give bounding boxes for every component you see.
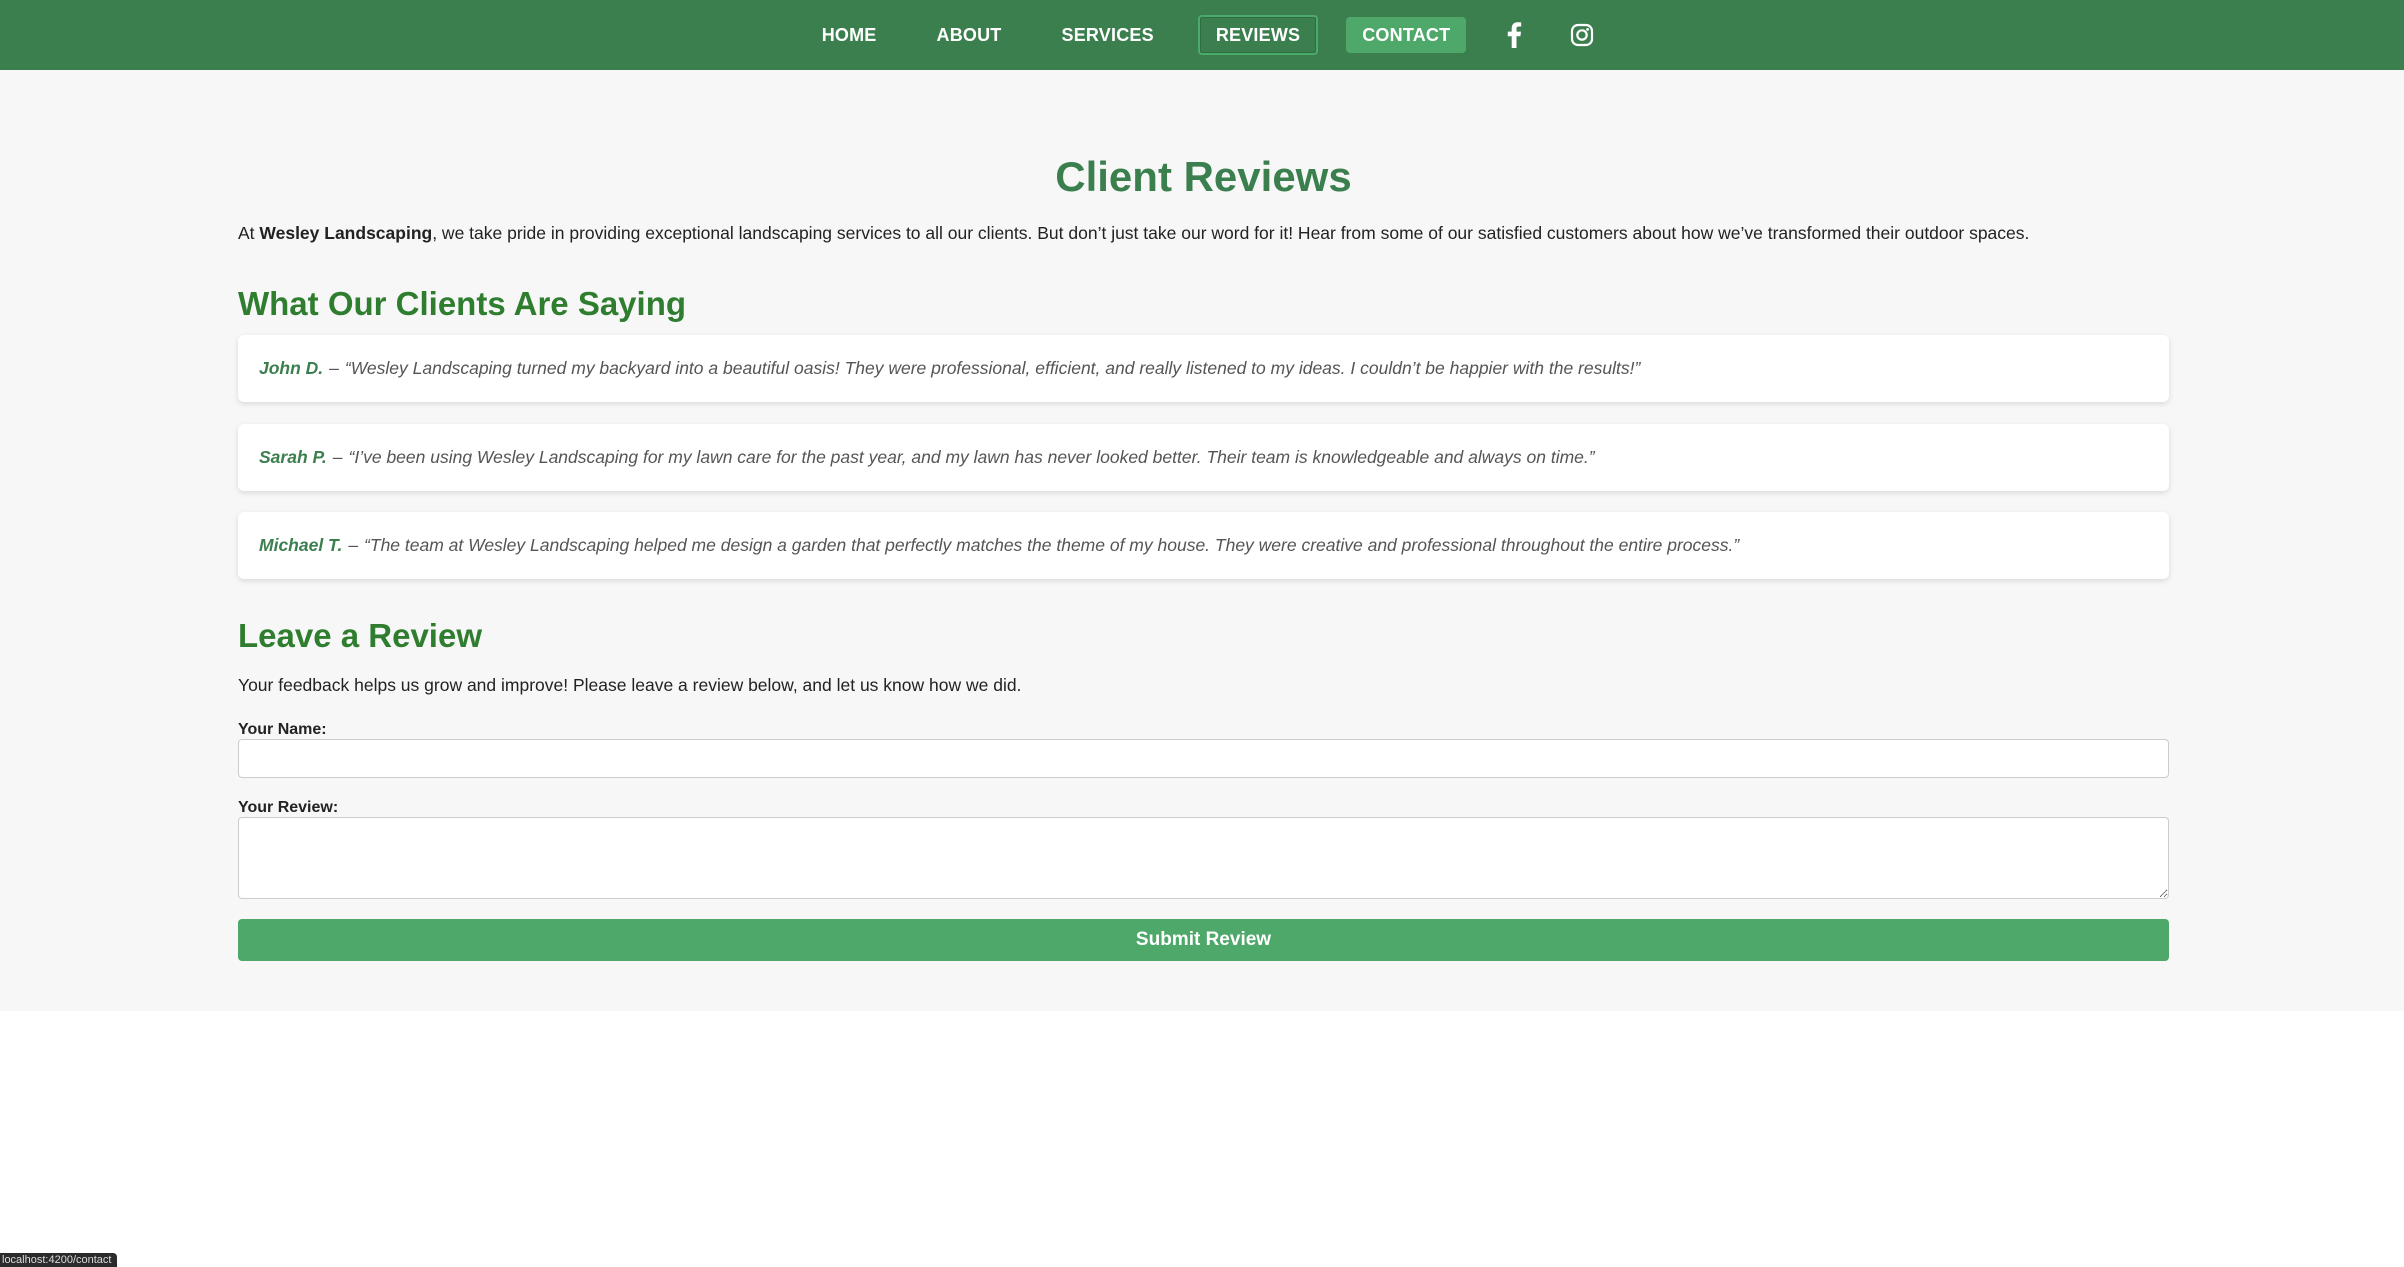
feedback-description: Your feedback helps us grow and improve!… bbox=[238, 675, 1022, 695]
nav-link-home[interactable]: HOME bbox=[806, 17, 893, 53]
nav-links: HOME ABOUT SERVICES REVIEWS CONTACT bbox=[792, 15, 1617, 55]
nav-link-services[interactable]: SERVICES bbox=[1046, 17, 1170, 53]
name-input[interactable] bbox=[238, 739, 2169, 778]
nav-link-about[interactable]: ABOUT bbox=[921, 17, 1018, 53]
reviewer-name: John D. bbox=[259, 358, 324, 378]
testimonials-heading: What Our Clients Are Saying bbox=[238, 285, 687, 322]
dash-separator: – bbox=[348, 535, 359, 555]
instagram-icon[interactable] bbox=[1564, 17, 1600, 53]
review-card: John D. – “Wesley Landscaping turned my ba… bbox=[238, 335, 2169, 402]
brand-name: Wesley Landscaping bbox=[259, 223, 433, 243]
nav-link-contact[interactable]: CONTACT bbox=[1346, 17, 1467, 53]
review-quote: “The team at Wesley Landscaping helped m… bbox=[364, 535, 1740, 555]
review-card: Michael T. – “The team at Wesley Landscapi… bbox=[238, 512, 2169, 579]
intro-prefix: At bbox=[238, 223, 260, 243]
review-quote: “I’ve been using Wesley Landscaping for … bbox=[348, 447, 1595, 467]
review-label: Your Review: bbox=[238, 799, 339, 816]
leave-review-heading: Leave a Review bbox=[238, 617, 482, 654]
review-quote: “Wesley Landscaping turned my backyard i… bbox=[344, 358, 1641, 378]
submit-review-button[interactable]: Submit Review bbox=[238, 919, 2169, 961]
dash-separator: – bbox=[332, 447, 343, 467]
main-content: Client Reviews At Wesley Landscaping, we… bbox=[0, 70, 2404, 1011]
reviewer-name: Sarah P. bbox=[259, 447, 327, 467]
top-navbar: HOME ABOUT SERVICES REVIEWS CONTACT bbox=[0, 0, 2404, 70]
intro-paragraph: At Wesley Landscaping, we take pride in … bbox=[238, 222, 2169, 244]
review-card: Sarah P. – “I’ve been using Wesley Landsca… bbox=[238, 424, 2169, 491]
name-label: Your Name: bbox=[238, 721, 327, 738]
reviewer-name: Michael T. bbox=[259, 535, 343, 555]
page-title: Client Reviews bbox=[1055, 153, 1352, 200]
nav-link-reviews[interactable]: REVIEWS bbox=[1197, 15, 1319, 55]
review-textarea[interactable] bbox=[238, 817, 2169, 899]
dash-separator: – bbox=[329, 358, 339, 378]
facebook-icon[interactable] bbox=[1496, 17, 1532, 53]
intro-text: , we take pride in providing exceptional… bbox=[432, 223, 2030, 243]
